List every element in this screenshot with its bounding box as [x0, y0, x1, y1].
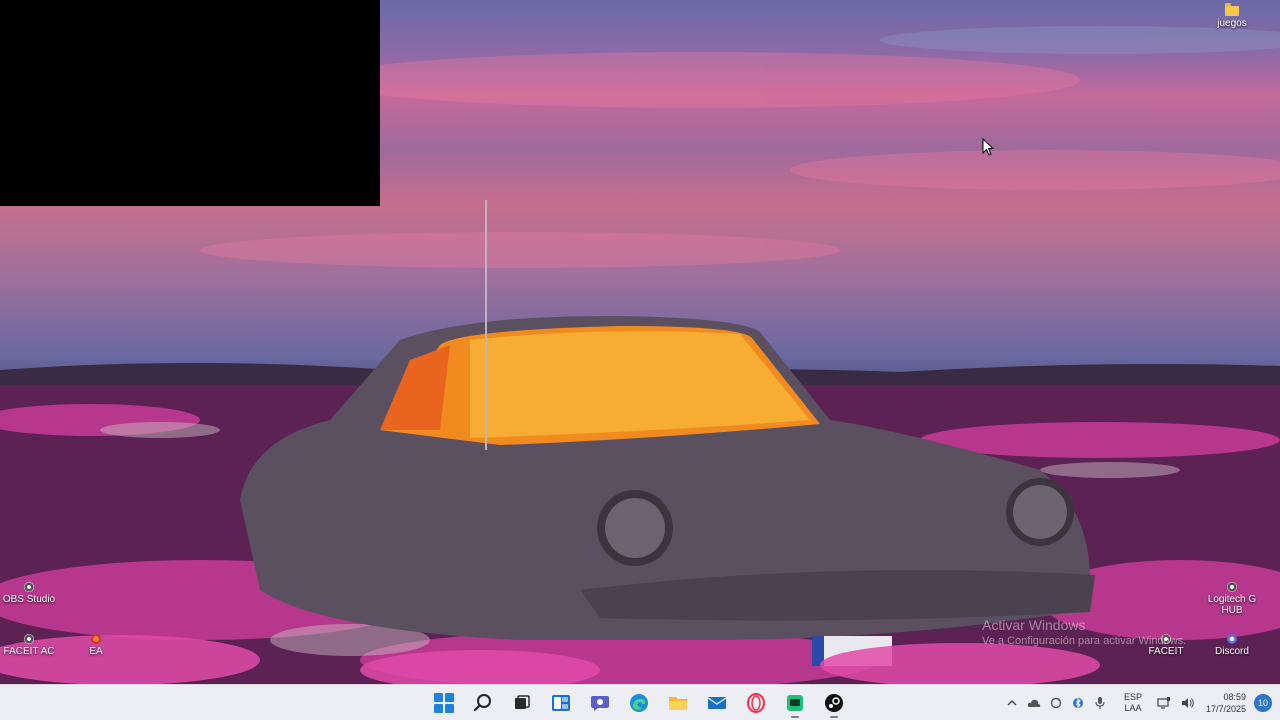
onedrive-cloud-icon[interactable] [1026, 695, 1042, 711]
green-app-icon [787, 695, 803, 711]
black-overlay-window [0, 0, 380, 206]
language-code: ESP [1123, 692, 1142, 702]
taskbar-apps [428, 685, 850, 720]
widgets-button[interactable] [545, 687, 577, 719]
clock-date: 17/7/2025 [1205, 704, 1246, 714]
search-button[interactable] [467, 687, 499, 719]
task-view-icon [515, 695, 530, 709]
sync-icon[interactable] [1048, 695, 1064, 711]
steam-icon [825, 694, 843, 712]
task-view-button[interactable] [506, 687, 538, 719]
network-icon [1156, 695, 1172, 711]
logitech-icon [1227, 582, 1237, 592]
tray-icons [1004, 695, 1108, 711]
clock[interactable]: 08:59 17/7/2025 [1206, 691, 1246, 715]
desktop-icon-faceit-ac[interactable]: FACEIT AC [0, 634, 61, 657]
obs-icon [24, 582, 34, 592]
microphone-icon[interactable] [1092, 695, 1108, 711]
desktop-icon-label: EA [89, 646, 103, 657]
desktop-icon-obs-studio[interactable]: OBS Studio [0, 582, 61, 605]
desktop-icon-ea[interactable]: EA [64, 634, 128, 657]
taskbar: ESP LAA 08:59 17/7/2025 10 [0, 684, 1280, 720]
language-region: LAA [1124, 703, 1142, 713]
volume-icon [1180, 695, 1196, 711]
watermark-title: Activar Windows [982, 617, 1086, 633]
desktop-icon-logitech-g-hub[interactable]: Logitech G HUB [1200, 582, 1264, 616]
search-icon [473, 694, 491, 712]
folder-icon [669, 697, 687, 710]
widgets-icon [552, 695, 570, 711]
watermark-subtitle: Ve a Configuración para activar Windows. [982, 635, 1187, 647]
opera-button[interactable] [740, 687, 772, 719]
start-button[interactable] [428, 687, 460, 719]
mouse-cursor-icon [982, 138, 994, 156]
mail-button[interactable] [701, 687, 733, 719]
desktop-icon-label: OBS Studio [2, 594, 56, 605]
bluetooth-devices-icon[interactable] [1070, 695, 1086, 711]
input-language-indicator[interactable]: ESP LAA [1118, 692, 1148, 714]
desktop-icon-label: Discord [1215, 646, 1249, 657]
folder-icon [1225, 3, 1239, 16]
desktop-icon-label: Logitech G HUB [1207, 594, 1257, 616]
faceit-ac-icon [24, 634, 34, 644]
windows-start-icon [434, 693, 454, 713]
desktop-icon-juegos[interactable]: juegos [1200, 3, 1264, 29]
quick-settings[interactable] [1156, 695, 1196, 711]
discord-icon [1227, 634, 1237, 644]
green-app-button[interactable] [779, 687, 811, 719]
opera-icon [747, 693, 765, 713]
steam-button[interactable] [818, 687, 850, 719]
system-tray: ESP LAA 08:59 17/7/2025 10 [1004, 685, 1280, 720]
activate-windows-watermark: Activar Windows Ve a Configuración para … [982, 616, 1186, 648]
show-hidden-icons-chevron-icon[interactable] [1004, 695, 1020, 711]
edge-icon [630, 694, 648, 712]
desktop-icon-discord[interactable]: Discord [1200, 634, 1264, 657]
desktop-icon-label: juegos [1217, 18, 1247, 29]
mail-icon [707, 697, 727, 709]
chat-button[interactable] [584, 687, 616, 719]
notification-badge[interactable]: 10 [1254, 694, 1272, 712]
file-explorer-button[interactable] [662, 687, 694, 719]
edge-button[interactable] [623, 687, 655, 719]
ea-icon [91, 634, 101, 644]
chat-icon [591, 696, 609, 711]
clock-time: 08:59 [1223, 692, 1246, 702]
desktop-icon-label: FACEIT AC [3, 646, 55, 657]
